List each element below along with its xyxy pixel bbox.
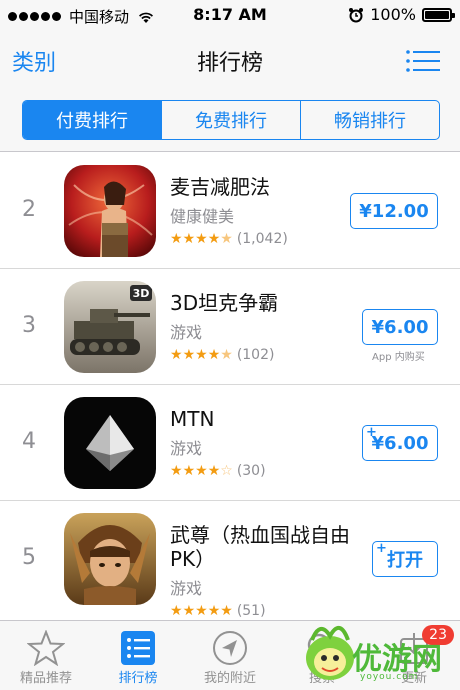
app-category: 游戏 — [170, 323, 203, 342]
star-icon: ★ — [170, 463, 183, 479]
in-app-purchase-label: App 内购买 — [372, 352, 425, 363]
star-icon: ★ — [195, 603, 208, 619]
segment-bar: 付费排行 免费排行 畅销排行 — [0, 88, 460, 152]
app-info: 麦吉减肥法 健康健美 ★ ★ ★ ★ ★ (1,042) — [170, 175, 350, 247]
status-bar: 中国移动 8:17 AM 100% — [0, 0, 460, 30]
price-button[interactable]: ¥6.00 — [362, 309, 438, 345]
star-rating: ★ ★ ★ ★ ★ — [170, 604, 233, 618]
battery-icon — [422, 7, 455, 22]
star-icon: ★ — [207, 603, 221, 619]
navigation-bar: 类别 排行榜 — [0, 30, 460, 88]
app-list: 2 麦吉减肥法 健康健美 ★ ★ ★ ★ ★ (1,042) ¥12.00 3 … — [0, 153, 460, 619]
star-icon: ★ — [195, 463, 208, 479]
star-icon: ★ — [182, 231, 196, 247]
app-name[interactable]: 麦吉减肥法 — [170, 175, 350, 199]
page-title: 排行榜 — [196, 51, 263, 76]
star-icon: ★ — [170, 603, 183, 619]
app-icon-tank[interactable]: 3D — [64, 281, 156, 373]
star-icon: ★ — [220, 603, 233, 619]
rating-count: (51) — [236, 603, 266, 619]
price-button[interactable]: ¥12.00 — [350, 193, 438, 229]
rank-number: 4 — [22, 429, 36, 454]
segment-free[interactable]: 免费排行 — [162, 101, 301, 139]
app-name[interactable]: 武尊（热血国战自由PK） — [170, 523, 350, 571]
rank-number: 3 — [22, 313, 36, 338]
location-arrow-icon — [213, 631, 247, 665]
star-icon: ★ — [207, 463, 221, 479]
chart-type-segmented-control: 付费排行 免费排行 畅销排行 — [22, 100, 440, 140]
segment-top-grossing[interactable]: 畅销排行 — [301, 101, 439, 139]
half-star-icon: ★ — [220, 347, 233, 363]
rating-count: (102) — [236, 347, 275, 363]
plus-icon: + — [366, 425, 377, 440]
star-icon: ★ — [207, 231, 221, 247]
price-button[interactable]: + ¥6.00 — [362, 425, 438, 461]
alarm-clock-icon — [349, 7, 364, 22]
app-name[interactable]: 3D坦克争霸 — [170, 291, 350, 315]
app-icon-fitness[interactable] — [64, 165, 156, 257]
watermark-url: yoyou.com — [360, 672, 419, 682]
star-rating: ★ ★ ★ ★ ☆ — [170, 464, 233, 478]
app-category: 游戏 — [170, 439, 203, 458]
star-rating: ★ ★ ★ ★ ★ — [170, 232, 233, 246]
list-item[interactable]: 2 麦吉减肥法 健康健美 ★ ★ ★ ★ ★ (1,042) ¥12.00 — [0, 153, 460, 269]
star-icon: ★ — [182, 603, 196, 619]
star-icon: ★ — [195, 347, 208, 363]
star-icon: ★ — [170, 347, 183, 363]
rank-number: 2 — [22, 197, 36, 222]
app-rating: ★ ★ ★ ★ ☆ (30) — [170, 463, 350, 479]
star-rating: ★ ★ ★ ★ ★ — [170, 348, 233, 362]
tab-charts[interactable]: 排行榜 — [92, 621, 184, 690]
ranking-list-icon — [121, 631, 155, 665]
rank-number: 5 — [22, 545, 36, 570]
app-category: 健康健美 — [170, 207, 235, 226]
app-rating: ★ ★ ★ ★ ★ (102) — [170, 347, 350, 363]
rating-count: (30) — [236, 463, 266, 479]
list-icon[interactable] — [406, 50, 440, 72]
status-right: 100% — [348, 5, 455, 24]
app-icon-mtn[interactable] — [64, 397, 156, 489]
tab-featured[interactable]: 精品推荐 — [0, 621, 92, 690]
open-button[interactable]: + 打开 — [372, 541, 438, 577]
star-icon: ★ — [182, 463, 196, 479]
tab-label: 我的附近 — [203, 671, 256, 686]
empty-star-icon: ☆ — [220, 463, 233, 479]
app-info: 3D坦克争霸 游戏 ★ ★ ★ ★ ★ (102) — [170, 291, 350, 363]
star-icon — [27, 630, 65, 666]
app-icon-wuzun[interactable] — [64, 513, 156, 605]
tab-near-me[interactable]: 我的附近 — [184, 621, 276, 690]
star-icon: ★ — [182, 347, 196, 363]
battery-percent: 100% — [370, 5, 416, 24]
rating-count: (1,042) — [236, 231, 288, 247]
app-info: MTN 游戏 ★ ★ ★ ★ ☆ (30) — [170, 407, 350, 479]
svg-text:3D: 3D — [133, 287, 150, 300]
star-icon: ★ — [195, 231, 208, 247]
list-item[interactable]: 3 3D 3D坦克争霸 游戏 ★ ★ ★ ★ ★ (102) ¥6.00 App… — [0, 269, 460, 385]
segment-paid[interactable]: 付费排行 — [23, 101, 162, 139]
list-item[interactable]: 4 MTN 游戏 ★ ★ ★ ★ ☆ (30) + ¥6.00 — [0, 385, 460, 501]
plus-icon: + — [376, 541, 387, 556]
price-label: ¥6.00 — [371, 432, 429, 454]
app-info: 武尊（热血国战自由PK） 游戏 ★ ★ ★ ★ ★ (51) — [170, 523, 350, 619]
app-rating: ★ ★ ★ ★ ★ (1,042) — [170, 231, 350, 247]
star-icon: ★ — [207, 347, 221, 363]
list-item[interactable]: 5 武尊（热血国战自由PK） 游戏 ★ ★ ★ ★ ★ (51) + 打开 — [0, 501, 460, 619]
open-label: 打开 — [387, 550, 423, 571]
star-icon: ★ — [170, 231, 183, 247]
half-star-icon: ★ — [220, 231, 233, 247]
app-category: 游戏 — [170, 579, 203, 598]
tab-label: 精品推荐 — [19, 671, 72, 686]
tab-label: 排行榜 — [118, 671, 158, 686]
app-name[interactable]: MTN — [170, 407, 350, 431]
